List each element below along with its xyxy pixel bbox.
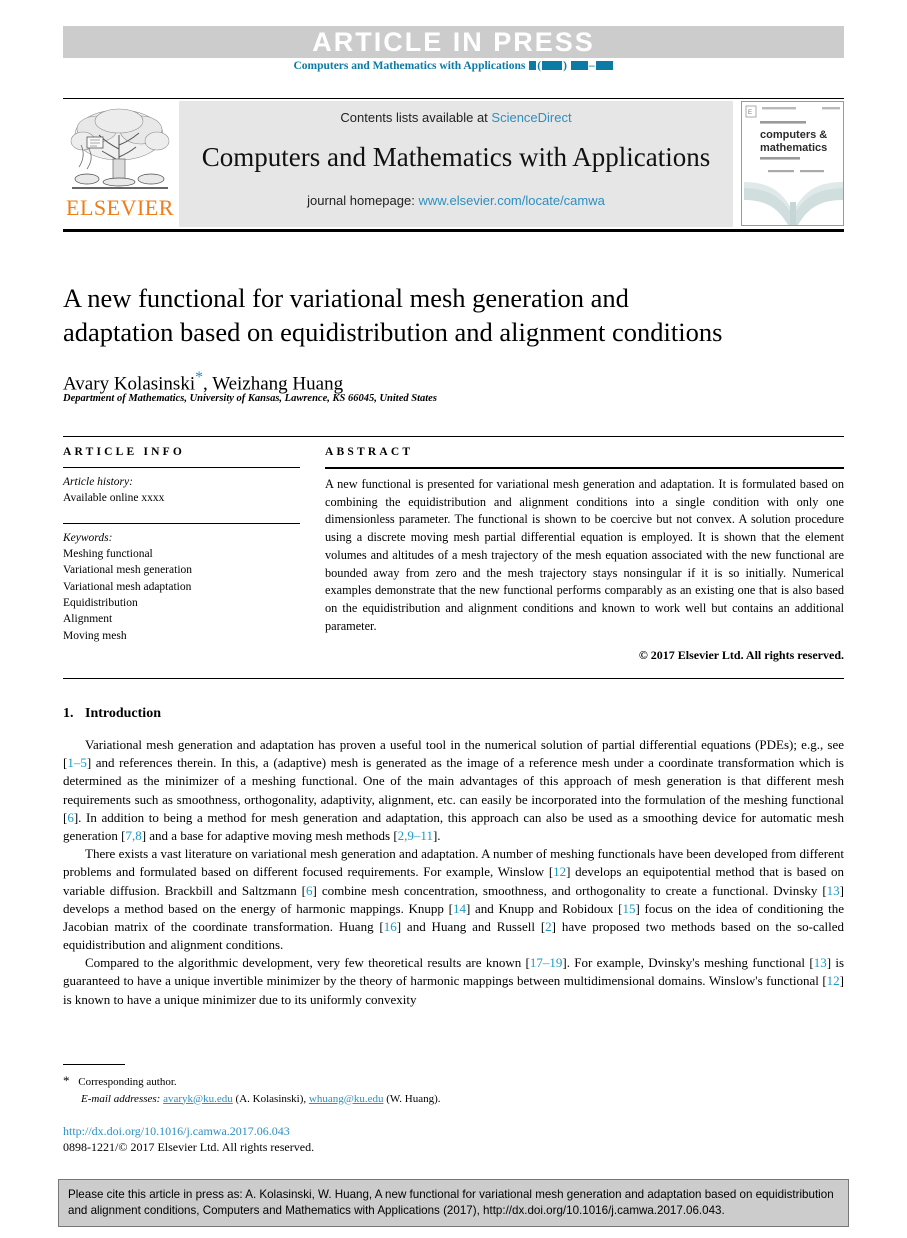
journal-homepage-prefix: journal homepage:	[307, 193, 419, 208]
keyword-item: Variational mesh generation	[63, 564, 193, 577]
paragraph-text: ] and Knupp and Robidoux [	[465, 900, 623, 916]
article-first-page: ARTICLE IN PRESS Computers and Mathemati…	[0, 0, 907, 1238]
masthead-rule-top	[63, 98, 844, 99]
cite-this-article-box: Please cite this article in press as: A.…	[58, 1179, 849, 1228]
email-owner-1: (A. Kolasinski),	[235, 1092, 307, 1105]
keywords-list: Meshing functional Variational mesh gene…	[63, 546, 300, 644]
footnote-star: *	[63, 1073, 70, 1088]
section-title: Introduction	[85, 706, 161, 721]
article-history-value: Available online xxxx	[63, 492, 165, 505]
svg-text:mathematics: mathematics	[760, 142, 827, 154]
keyword-item: Moving mesh	[63, 629, 127, 642]
email-link-2[interactable]: whuang@ku.edu	[309, 1093, 384, 1105]
article-body: 1. Introduction Variational mesh generat…	[63, 706, 844, 1009]
abstract-column: ABSTRACT A new functional is presented f…	[325, 446, 844, 663]
abstract-copyright: © 2017 Elsevier Ltd. All rights reserved…	[638, 648, 844, 663]
svg-text:E: E	[748, 110, 752, 116]
keyword-item: Meshing functional	[63, 547, 153, 560]
article-info-column: ARTICLE INFO Article history: Available …	[63, 446, 300, 644]
section-number: 1.	[63, 706, 74, 721]
body-paragraph: Compared to the algorithmic development,…	[63, 954, 844, 1009]
corresponding-author-note: * Corresponding author.	[63, 1071, 663, 1091]
keyword-item: Variational mesh adaptation	[63, 580, 192, 593]
journal-masthead: ELSEVIER Contents lists available at Sci…	[63, 101, 844, 227]
citation-reference[interactable]: 13	[827, 883, 840, 898]
journal-cover-thumbnail: E computers & mathematics	[741, 101, 844, 226]
citation-reference[interactable]: 12	[553, 864, 566, 879]
paragraph-text: ] and a base for adaptive moving mesh me…	[141, 827, 398, 843]
article-info-divider-1	[63, 467, 300, 468]
citation-reference[interactable]: 17–19	[530, 955, 563, 970]
article-history-label: Article history:	[63, 476, 133, 488]
journal-homepage-link[interactable]: www.elsevier.com/locate/camwa	[418, 193, 604, 208]
author-list: Avary Kolasinski*, Weizhang Huang	[63, 369, 763, 395]
email-link-1[interactable]: avaryk@ku.edu	[163, 1093, 233, 1105]
running-head-journal: Computers and Mathematics with Applicati…	[63, 60, 844, 72]
corresponding-author-text: Corresponding author.	[78, 1076, 177, 1088]
author-affiliation: Department of Mathematics, University of…	[63, 393, 437, 404]
masthead-rule-bottom	[63, 229, 844, 232]
corresponding-author-marker[interactable]: *	[195, 369, 203, 386]
citation-reference[interactable]: 2,9–11	[398, 828, 433, 843]
citation-reference[interactable]: 7,8	[125, 828, 141, 843]
keywords-label: Keywords:	[63, 531, 113, 544]
contents-lists-line: Contents lists available at ScienceDirec…	[340, 110, 571, 125]
email-addresses-note: E-mail addresses: avaryk@ku.edu (A. Kola…	[63, 1091, 663, 1108]
abstract-divider	[325, 467, 844, 469]
footnote-block: * Corresponding author. E-mail addresses…	[63, 1071, 663, 1107]
body-paragraph: Variational mesh generation and adaptati…	[63, 736, 844, 845]
keyword-item: Equidistribution	[63, 596, 138, 609]
body-paragraph: There exists a vast literature on variat…	[63, 845, 844, 954]
citation-reference[interactable]: 16	[384, 919, 397, 934]
abstract-text: A new functional is presented for variat…	[325, 477, 844, 633]
abstract-heading: ABSTRACT	[325, 446, 414, 458]
svg-text:computers &: computers &	[760, 129, 827, 141]
paragraph-text: ] combine mesh concentration, smoothness…	[312, 882, 827, 898]
page-title: A new functional for variational mesh ge…	[63, 283, 723, 347]
elsevier-tree-icon	[70, 108, 170, 189]
section-heading-introduction: 1. Introduction	[63, 706, 844, 722]
citation-reference[interactable]: 1–5	[67, 755, 87, 770]
keyword-item: Alignment	[63, 613, 113, 626]
elsevier-wordmark: ELSEVIER	[66, 195, 174, 220]
paragraph-text: Compared to the algorithmic development,…	[85, 955, 530, 971]
redacted-volume: () –	[528, 60, 613, 72]
author-name-1: Avary Kolasinski	[63, 373, 196, 395]
paragraph-text: ] and Huang and Russell [	[396, 918, 546, 934]
masthead-gray-band: Contents lists available at ScienceDirec…	[179, 101, 733, 227]
paragraph-text: ]. For example, Dvinsky's meshing functi…	[562, 955, 814, 971]
paragraph-text: ].	[432, 827, 441, 843]
journal-title: Computers and Mathematics with Applicati…	[201, 142, 711, 172]
sciencedirect-link[interactable]: ScienceDirect	[491, 110, 571, 125]
citation-reference[interactable]: 15	[622, 901, 635, 916]
footnote-rule	[63, 1064, 125, 1065]
author-name-2: , Weizhang Huang	[203, 373, 344, 395]
contents-lists-prefix: Contents lists available at	[340, 110, 492, 125]
citation-reference[interactable]: 13	[814, 955, 827, 970]
citation-reference[interactable]: 14	[453, 901, 466, 916]
issn-copyright-line: 0898-1221/© 2017 Elsevier Ltd. All right…	[63, 1140, 315, 1154]
running-head-journal-name: Computers and Mathematics with Applicati…	[293, 60, 526, 72]
article-history-block: Article history: Available online xxxx	[63, 474, 300, 507]
article-info-heading: ARTICLE INFO	[63, 446, 186, 458]
doi-link[interactable]: http://dx.doi.org/10.1016/j.camwa.2017.0…	[63, 1124, 290, 1139]
info-section-rule-top	[63, 436, 844, 437]
email-owner-2: (W. Huang).	[386, 1092, 441, 1105]
info-section-rule-bottom	[63, 678, 844, 679]
article-in-press-banner: ARTICLE IN PRESS	[63, 26, 844, 58]
keywords-block: Keywords: Meshing functional Variational…	[63, 530, 300, 644]
elsevier-logo: ELSEVIER	[63, 101, 177, 227]
email-addresses-label: E-mail addresses:	[81, 1092, 161, 1105]
citation-reference[interactable]: 12	[827, 973, 840, 988]
journal-cover-image: E computers & mathematics	[742, 102, 843, 225]
article-in-press-label: ARTICLE IN PRESS	[312, 26, 595, 57]
article-info-divider-2	[63, 522, 300, 524]
journal-homepage-line: journal homepage: www.elsevier.com/locat…	[307, 193, 605, 208]
